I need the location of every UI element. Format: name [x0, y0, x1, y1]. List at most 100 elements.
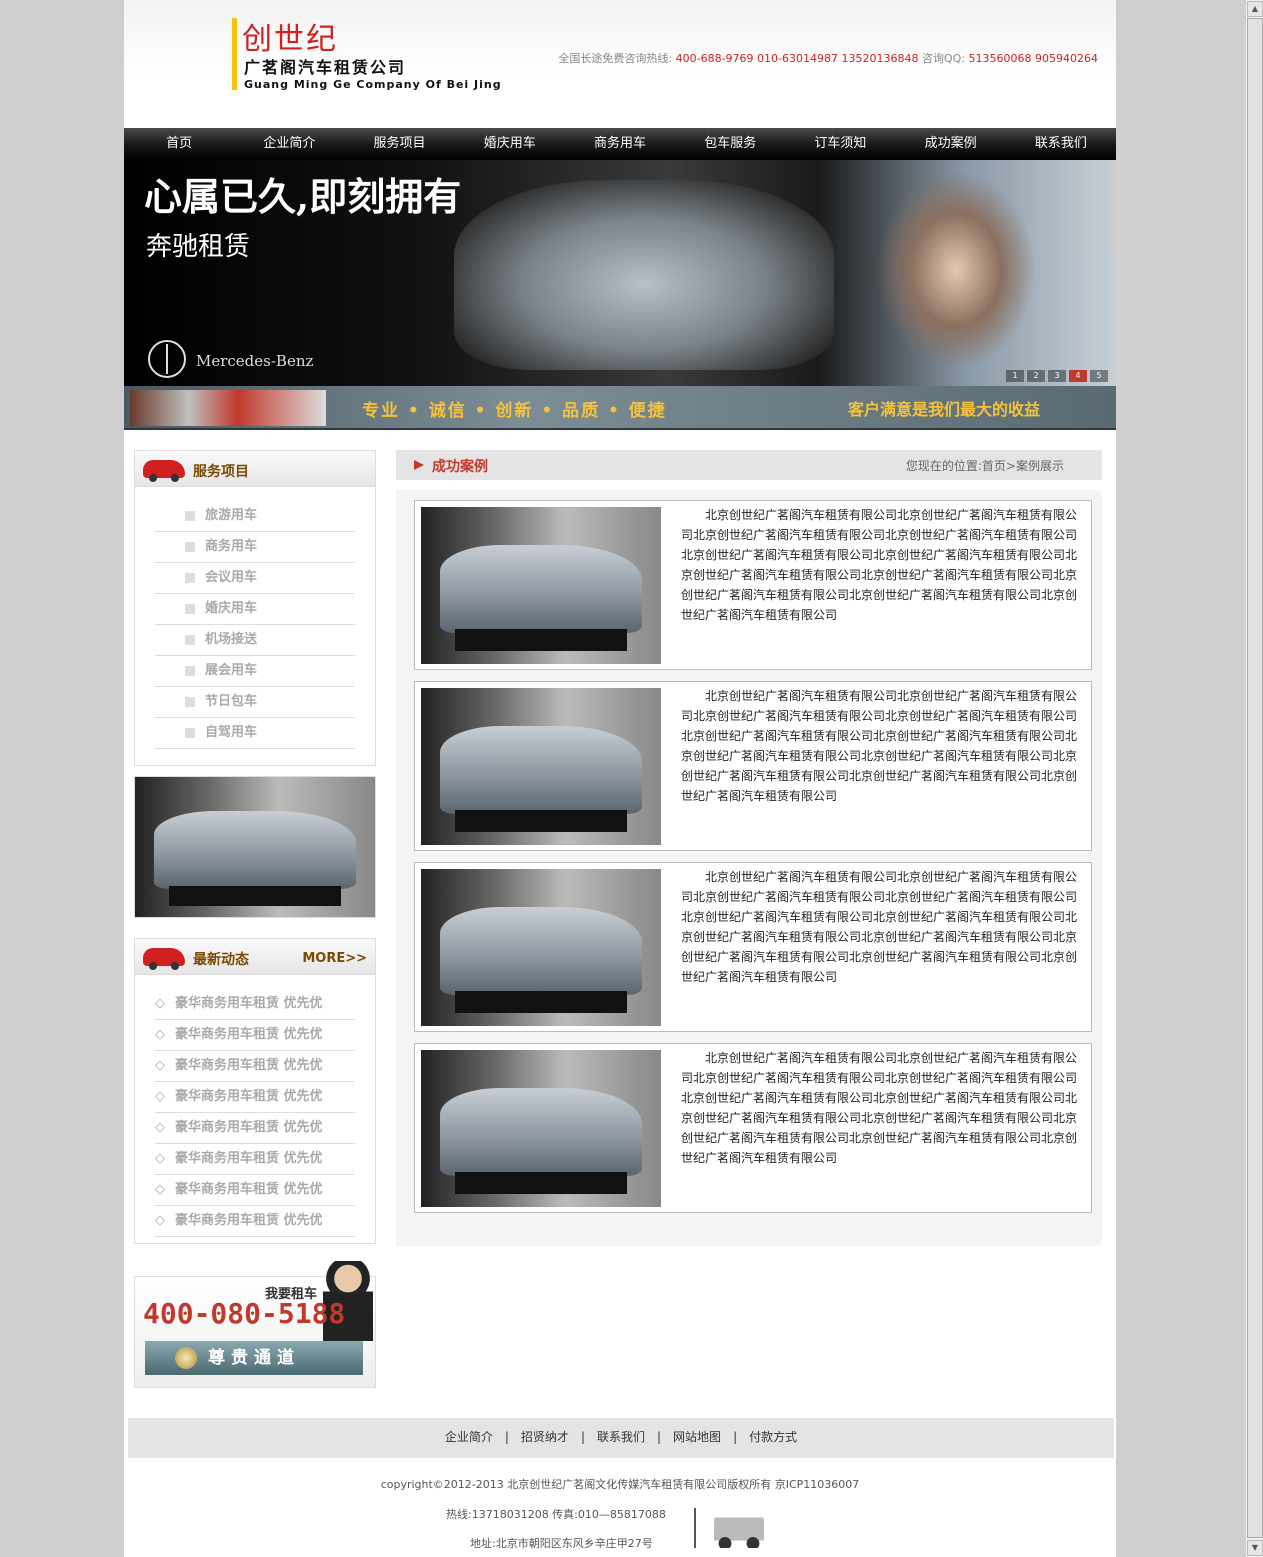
vip-channel-label: 尊贵通道 [208, 1348, 300, 1368]
diamond-bullet-icon: ◇ [155, 1182, 165, 1197]
banner-brand: Mercedes-Benz [196, 352, 314, 370]
main-title: 成功案例 [432, 459, 488, 475]
vip-channel-button[interactable]: 尊贵通道 [145, 1341, 363, 1375]
hero-banner[interactable]: 心属已久,即刻拥有 奔驰租赁 Mercedes-Benz 1 2 3 4 5 [124, 160, 1116, 386]
diamond-bullet-icon: ◇ [155, 1120, 165, 1135]
services-box: 服务项目 旅游用车 商务用车 会议用车 婚庆用车 机场接送 展会用车 节日包车 … [134, 450, 376, 766]
news-item[interactable]: ◇ 豪华商务用车租赁 优先优 [155, 1020, 355, 1051]
nav-cases[interactable]: 成功案例 [896, 128, 1006, 160]
banner-key-handover-image [876, 170, 1036, 370]
news-item[interactable]: ◇ 豪华商务用车租赁 优先优 [155, 1051, 355, 1082]
header: 创世纪 广茗阁汽车租赁公司 Guang Ming Ge Company Of B… [124, 0, 1116, 128]
scroll-thumb[interactable] [1247, 18, 1263, 1538]
scroll-down-icon[interactable]: ▼ [1247, 1540, 1263, 1556]
services-title: 服务项目 [193, 464, 249, 480]
diamond-bullet-icon: ◇ [155, 1213, 165, 1228]
news-item[interactable]: ◇ 豪华商务用车租赁 优先优 [155, 1175, 355, 1206]
service-item[interactable]: 会议用车 [155, 563, 355, 594]
service-item[interactable]: 商务用车 [155, 532, 355, 563]
footer-link-careers[interactable]: 招贤纳才 [521, 1430, 569, 1444]
scroll-up-icon[interactable]: ▲ [1247, 1, 1263, 17]
news-item[interactable]: ◇ 豪华商务用车租赁 优先优 [155, 1113, 355, 1144]
case-list: 北京创世纪广茗阁汽车租赁有限公司北京创世纪广茗阁汽车租赁有限公司北京创世纪广茗阁… [396, 490, 1102, 1246]
service-item[interactable]: 自驾用车 [155, 718, 355, 749]
footer-link-about[interactable]: 企业简介 [445, 1430, 493, 1444]
diamond-bullet-icon: ◇ [155, 1058, 165, 1073]
slogan-car-image [130, 390, 326, 426]
red-arrow-icon [414, 460, 424, 470]
news-item[interactable]: ◇ 豪华商务用车租赁 优先优 [155, 989, 355, 1020]
case-van-image[interactable] [421, 1050, 661, 1207]
case-description: 北京创世纪广茗阁汽车租赁有限公司北京创世纪广茗阁汽车租赁有限公司北京创世纪广茗阁… [681, 689, 1078, 803]
diamond-bullet-icon: ◇ [155, 1151, 165, 1166]
news-more-link[interactable]: MORE>> [302, 951, 367, 966]
service-item[interactable]: 机场接送 [155, 625, 355, 656]
footer-nav: 企业简介 | 招贤纳才 | 联系我们 | 网站地图 | 付款方式 [128, 1418, 1114, 1458]
logo-company-name: 广茗阁汽车租赁公司 [244, 58, 407, 77]
nav-contact[interactable]: 联系我们 [1006, 128, 1116, 160]
news-item[interactable]: ◇ 豪华商务用车租赁 优先优 [155, 1144, 355, 1175]
footer-copyright: copyright©2012-2013 北京创世纪广茗阁文化传媒汽车租赁有限公司… [380, 1478, 860, 1491]
footer-link-sitemap[interactable]: 网站地图 [673, 1430, 721, 1444]
service-item[interactable]: 节日包车 [155, 687, 355, 718]
slider-dot-4[interactable]: 4 [1069, 370, 1087, 382]
news-box: 最新动态 MORE>> ◇ 豪华商务用车租赁 优先优 ◇ 豪华商务用车租赁 优先优 … [134, 938, 376, 1244]
news-item[interactable]: ◇ 豪华商务用车租赁 优先优 [155, 1082, 355, 1113]
case-item: 北京创世纪广茗阁汽车租赁有限公司北京创世纪广茗阁汽车租赁有限公司北京创世纪广茗阁… [414, 500, 1092, 670]
rental-hotline-number: 400-080-5188 [143, 1297, 346, 1330]
nav-business[interactable]: 商务用车 [565, 128, 675, 160]
footer-divider [694, 1508, 696, 1548]
nav-wedding[interactable]: 婚庆用车 [455, 128, 565, 160]
diamond-bullet-icon: ◇ [155, 1027, 165, 1042]
footer-hotline: 热线:13718031208 传真:010—85817088 [446, 1508, 666, 1521]
slider-dot-2[interactable]: 2 [1027, 370, 1045, 382]
nav-booking-notes[interactable]: 订车须知 [785, 128, 895, 160]
square-bullet-icon [185, 666, 195, 676]
square-bullet-icon [185, 604, 195, 614]
mercedes-star-icon [148, 340, 186, 378]
case-van-image[interactable] [421, 507, 661, 664]
nav-about[interactable]: 企业简介 [234, 128, 344, 160]
sidebar-van-image[interactable] [134, 776, 376, 918]
case-van-image[interactable] [421, 688, 661, 845]
service-item[interactable]: 旅游用车 [155, 501, 355, 532]
slider-dot-5[interactable]: 5 [1090, 370, 1108, 382]
hotline-numbers: 400-688-9769 010-63014987 13520136848 [675, 52, 919, 65]
case-item: 北京创世纪广茗阁汽车租赁有限公司北京创世纪广茗阁汽车租赁有限公司北京创世纪广茗阁… [414, 862, 1092, 1032]
footer-car-icon [714, 1510, 764, 1548]
footer-address: 地址:北京市朝阳区东风乡辛庄甲27号 [470, 1537, 653, 1550]
square-bullet-icon [185, 511, 195, 521]
page-scrollbar[interactable]: ▲ ▼ [1245, 0, 1263, 1557]
service-item[interactable]: 婚庆用车 [155, 594, 355, 625]
footer-link-contact[interactable]: 联系我们 [597, 1430, 645, 1444]
slogan-right: 客户满意是我们最大的收益 [847, 400, 1040, 419]
footer-separator: | [733, 1430, 738, 1444]
footer-link-payment[interactable]: 付款方式 [749, 1430, 797, 1444]
qq-numbers: 513560068 905940264 [968, 52, 1098, 65]
news-box-header: 最新动态 MORE>> [135, 939, 375, 975]
header-contact: 全国长途免费咨询热线: 400-688-9769 010-63014987 13… [558, 50, 1098, 66]
red-car-icon [143, 460, 185, 482]
nav-home[interactable]: 首页 [124, 128, 234, 160]
news-item[interactable]: ◇ 豪华商务用车租赁 优先优 [155, 1206, 355, 1237]
square-bullet-icon [185, 542, 195, 552]
square-bullet-icon [185, 635, 195, 645]
banner-subtitle: 奔驰租赁 [146, 232, 251, 262]
square-bullet-icon [185, 573, 195, 583]
slider-dot-1[interactable]: 1 [1006, 370, 1024, 382]
slogan-bar: 专业 • 诚信 • 创新 • 品质 • 便捷 客户满意是我们最大的收益 [124, 386, 1116, 430]
services-box-header: 服务项目 [135, 451, 375, 487]
logo-title[interactable]: 创世纪 [242, 14, 338, 58]
service-item[interactable]: 展会用车 [155, 656, 355, 687]
breadcrumb[interactable]: 您现在的位置:首页>案例展示 [906, 457, 1064, 474]
case-item: 北京创世纪广茗阁汽车租赁有限公司北京创世纪广茗阁汽车租赁有限公司北京创世纪广茗阁… [414, 1043, 1092, 1213]
hotline-label: 全国长途免费咨询热线: [558, 52, 673, 65]
news-list: ◇ 豪华商务用车租赁 优先优 ◇ 豪华商务用车租赁 优先优 ◇ 豪华商务用车租赁 优先… [135, 975, 375, 1237]
nav-services[interactable]: 服务项目 [344, 128, 454, 160]
slider-dot-3[interactable]: 3 [1048, 370, 1066, 382]
nav-charter[interactable]: 包车服务 [675, 128, 785, 160]
case-van-image[interactable] [421, 869, 661, 1026]
logo-company-name-en: Guang Ming Ge Company Of Bei Jing [244, 78, 502, 91]
square-bullet-icon [185, 728, 195, 738]
medal-icon [175, 1347, 197, 1369]
